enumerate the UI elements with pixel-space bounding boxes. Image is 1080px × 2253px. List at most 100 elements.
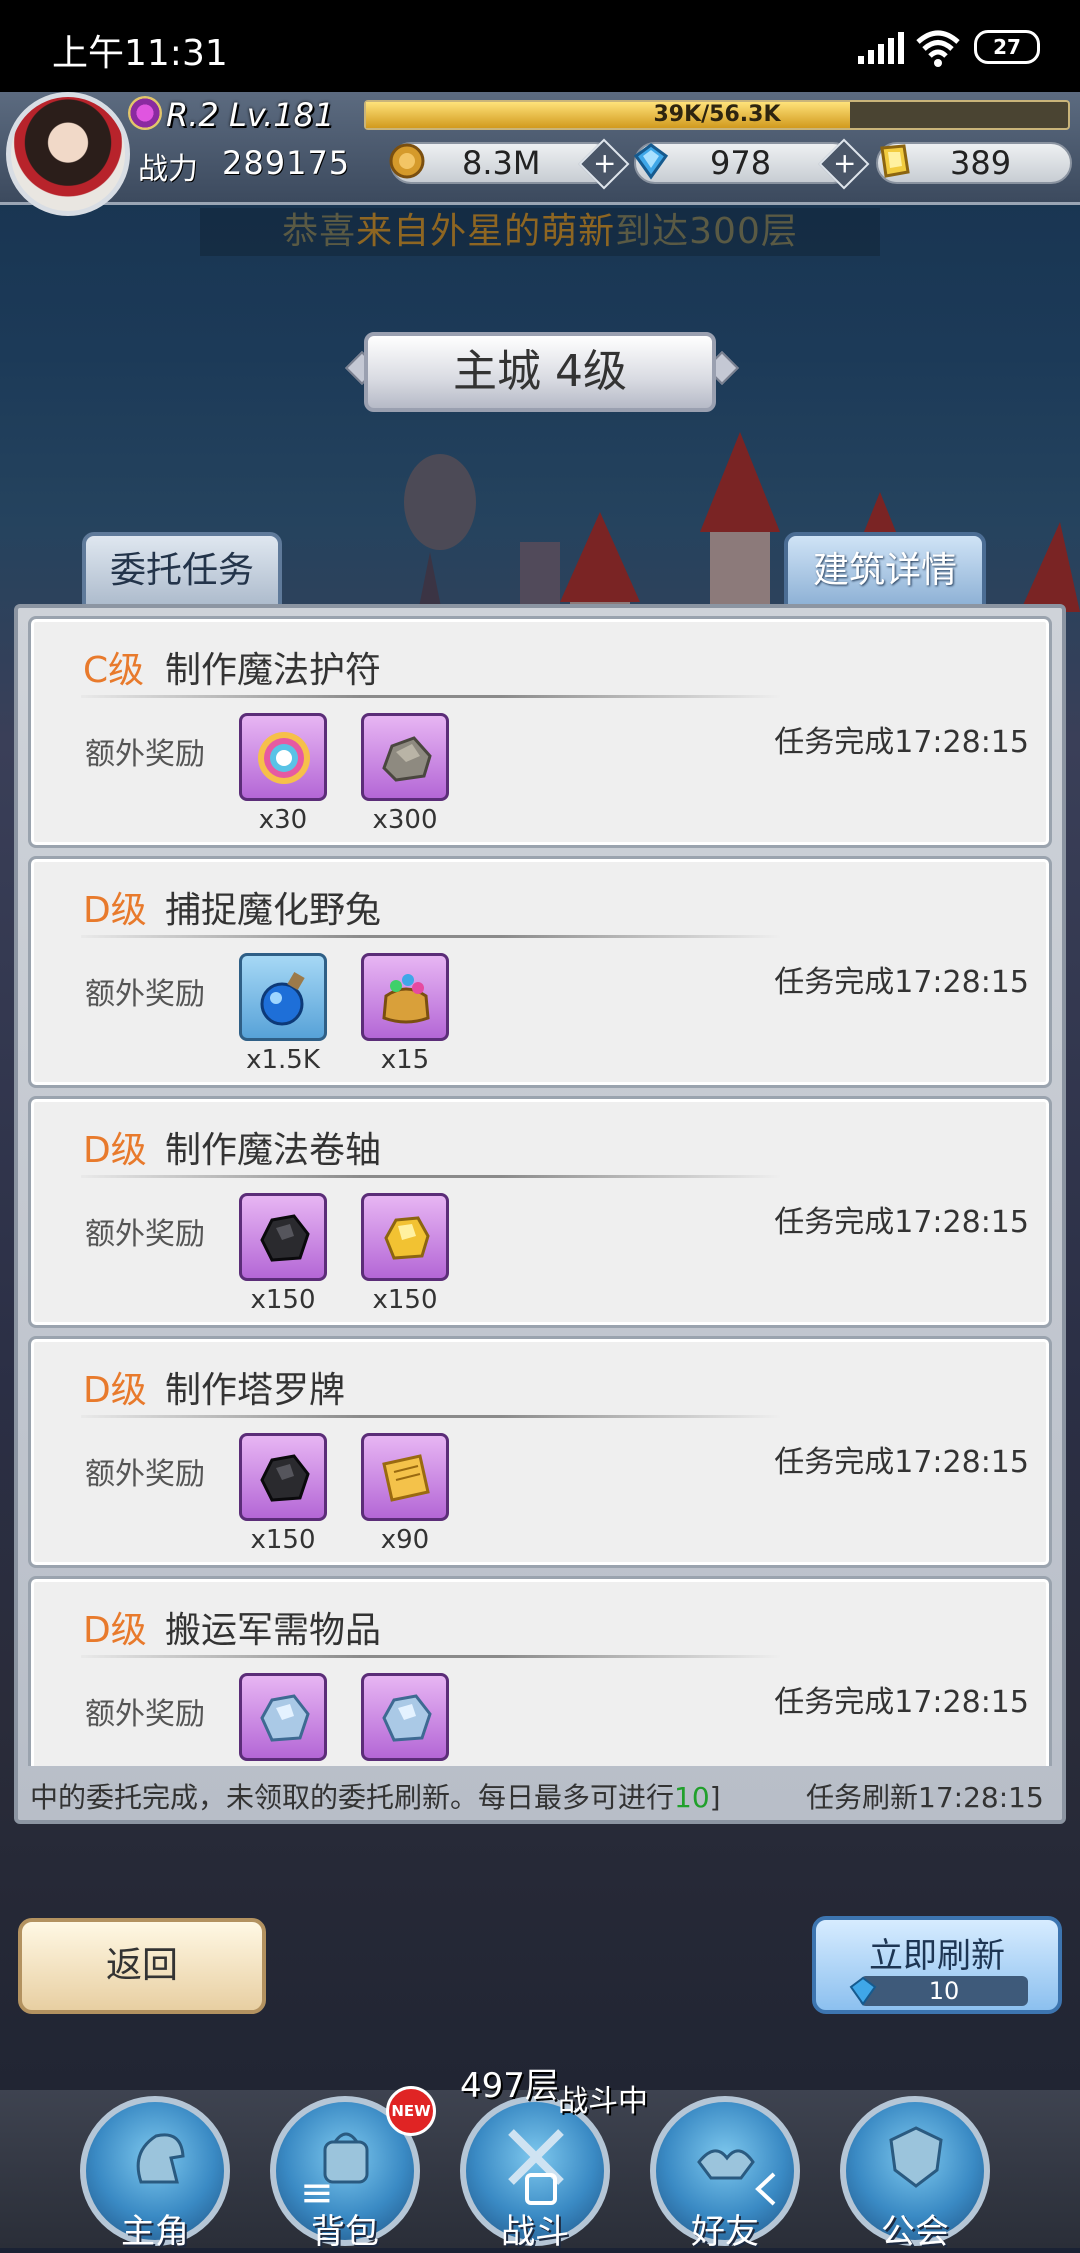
- plus-icon: +: [592, 146, 617, 180]
- footer-message-tail: ]: [709, 1781, 721, 1814]
- power-label: 战力: [138, 152, 198, 187]
- diamond-value: 978: [710, 144, 772, 182]
- gem-bag-icon: [382, 974, 430, 1024]
- divider: [81, 695, 781, 698]
- reward-item[interactable]: [239, 953, 327, 1041]
- task-card[interactable]: D级 搬运军需物品额外奖励 任务完成17:28:15: [28, 1576, 1052, 1766]
- nav-label: 好友: [691, 2212, 759, 2252]
- task-name: 制作魔法护符: [165, 650, 382, 691]
- rank-icon: [128, 96, 162, 130]
- task-card[interactable]: D级 制作塔罗牌 额外奖励 x150 x90 任务完成17:28:15: [28, 1336, 1052, 1568]
- signal-icon: [858, 32, 904, 64]
- refresh-now-button[interactable]: 立即刷新 10: [812, 1916, 1062, 2014]
- task-name: 制作塔罗牌: [165, 1370, 346, 1411]
- divider: [81, 1175, 781, 1178]
- blue-potion-icon: [260, 971, 305, 1026]
- diamond-icon: [849, 1976, 877, 2006]
- reward-label: 额外奖励: [85, 737, 205, 772]
- nav-hero[interactable]: 主角: [80, 2096, 230, 2252]
- reward-quantity: x30: [258, 805, 308, 835]
- reward-item[interactable]: [361, 1433, 449, 1521]
- reward-item[interactable]: [239, 1673, 327, 1761]
- reward-item[interactable]: [361, 953, 449, 1041]
- ticker-player: 来自外星的萌新: [356, 211, 616, 252]
- task-grade: D级: [83, 1610, 147, 1651]
- nav-guild[interactable]: 公会: [840, 2096, 990, 2252]
- guild-shield-icon: [889, 2126, 943, 2188]
- divider: [81, 1415, 781, 1418]
- tab-building-details[interactable]: 建筑详情: [784, 532, 986, 608]
- tab-commission-tasks[interactable]: 委托任务: [82, 532, 282, 608]
- stone-ore-icon: [382, 736, 432, 782]
- reward-item[interactable]: [239, 713, 327, 801]
- reward-item[interactable]: [239, 1433, 327, 1521]
- rainbow-badge-icon: [258, 732, 310, 784]
- nav-label: 公会: [881, 2212, 949, 2252]
- page-title: 主城 4级: [364, 332, 716, 412]
- menu-icon[interactable]: ≡: [300, 2170, 334, 2216]
- divider: [81, 935, 781, 938]
- gold-ore-icon: [384, 1216, 430, 1260]
- reward-label: 额外奖励: [85, 1697, 205, 1732]
- battery-icon: 27: [974, 30, 1040, 64]
- silver-ore-icon: [260, 1694, 310, 1742]
- task-complete-time: 任务完成17:28:15: [774, 1205, 1029, 1240]
- battle-status: 战斗中: [558, 2084, 648, 2119]
- task-complete-time: 任务完成17:28:15: [774, 965, 1029, 1000]
- reward-item[interactable]: [239, 1193, 327, 1281]
- reward-quantity: x90: [380, 1525, 430, 1555]
- task-complete-time: 任务完成17:28:15: [774, 1445, 1029, 1480]
- task-refresh-time: 任务刷新17:28:15: [806, 1781, 1044, 1814]
- back-button[interactable]: 返回: [18, 1918, 266, 2014]
- divider: [81, 1655, 781, 1658]
- task-card[interactable]: D级 捕捉魔化野兔 额外奖励 x1.5K x15 任务完成17:28:15: [28, 856, 1052, 1088]
- ticker-prefix: 恭喜: [282, 211, 357, 252]
- nav-label: 主角: [121, 2212, 189, 2252]
- reward-quantity: x1.5K: [246, 1045, 320, 1075]
- task-grade: C级: [83, 650, 145, 691]
- gem-value: 389: [950, 144, 1012, 182]
- task-complete-time: 任务完成17:28:15: [774, 1685, 1029, 1720]
- task-card[interactable]: D级 制作魔法卷轴额外奖励 x150 x150 任务完成17:28:15: [28, 1096, 1052, 1328]
- wifi-icon: [916, 30, 960, 67]
- reward-label: 额外奖励: [85, 1217, 205, 1252]
- exp-text: 39K/56.3K: [653, 102, 781, 127]
- reward-quantity: x150: [372, 1285, 438, 1315]
- task-grade: D级: [83, 1130, 147, 1171]
- reward-label: 额外奖励: [85, 977, 205, 1012]
- reward-quantity: x300: [372, 805, 438, 835]
- gold-gem-icon: [880, 144, 910, 178]
- gold-value: 8.3M: [462, 144, 541, 182]
- task-card[interactable]: C级 制作魔法护符额外奖励 x30 x300 任务完成17:28:15: [28, 616, 1052, 848]
- plus-icon: +: [832, 146, 857, 180]
- nav-label: 背包: [311, 2212, 379, 2252]
- back-arrow-icon[interactable]: [752, 2170, 778, 2208]
- player-avatar[interactable]: [6, 92, 130, 216]
- scroll-icon: [382, 1454, 430, 1502]
- task-list[interactable]: C级 制作魔法护符 额外奖励 x30 x300 任务完成17:28:15 D级 捕捉魔化野兔额…: [22, 616, 1058, 1766]
- reward-quantity: x150: [250, 1525, 316, 1555]
- footer-message-text: 中的委托完成，未领取的委托刷新。每日最多可进行: [30, 1781, 675, 1814]
- helmet-icon: [136, 2133, 185, 2184]
- diamond-icon: [633, 143, 669, 180]
- exp-bar: 39K/56.3K: [364, 100, 1070, 130]
- battle-floor: 497层: [460, 2066, 559, 2106]
- task-name: 搬运军需物品: [165, 1610, 382, 1651]
- reward-item[interactable]: [361, 713, 449, 801]
- handshake-icon: [697, 2149, 755, 2180]
- player-level: R.2 Lv.181: [166, 96, 335, 134]
- task-complete-time: 任务完成17:28:15: [774, 725, 1029, 760]
- power-value: 289175: [222, 144, 351, 182]
- reward-quantity: x150: [250, 1285, 316, 1315]
- task-grade: D级: [83, 890, 147, 931]
- nav-label: 战斗: [501, 2212, 569, 2252]
- task-name: 捕捉魔化野兔: [165, 890, 382, 931]
- announcement-ticker: 恭喜来自外星的萌新到达300层: [200, 208, 880, 256]
- reward-item[interactable]: [361, 1193, 449, 1281]
- refresh-now-label: 立即刷新: [869, 1936, 1005, 1976]
- task-name: 制作魔法卷轴: [165, 1130, 382, 1171]
- coal-ore-icon: [260, 1214, 310, 1262]
- reward-item[interactable]: [361, 1673, 449, 1761]
- home-icon[interactable]: [524, 2172, 558, 2206]
- ticker-suffix: 到达300层: [615, 211, 798, 252]
